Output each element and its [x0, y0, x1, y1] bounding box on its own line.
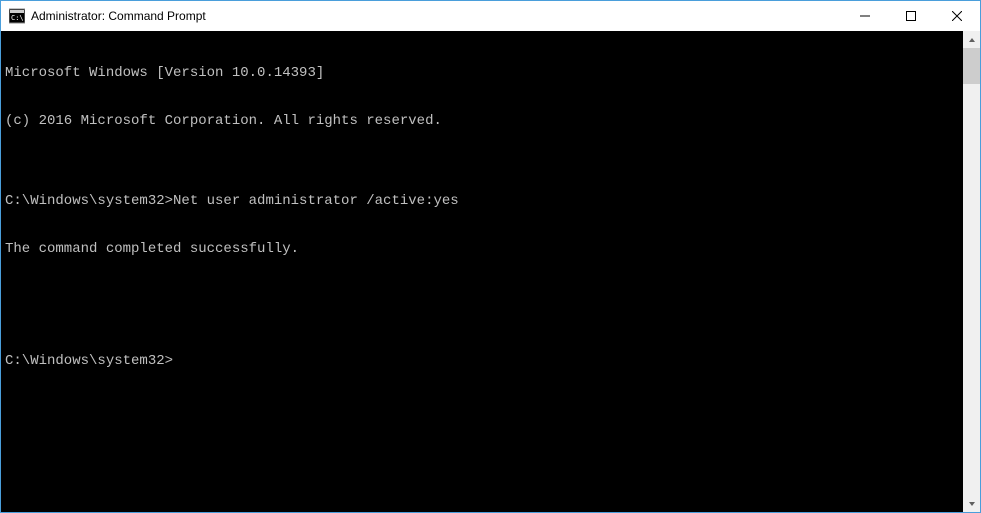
scrollbar-track[interactable]: [963, 48, 980, 495]
window-frame: C:\ Administrator: Command Prompt Micros…: [0, 0, 981, 513]
svg-text:C:\: C:\: [11, 14, 24, 22]
terminal-line: C:\Windows\system32>: [5, 353, 959, 369]
terminal-line: Microsoft Windows [Version 10.0.14393]: [5, 65, 959, 81]
vertical-scrollbar[interactable]: [963, 31, 980, 512]
close-button[interactable]: [934, 1, 980, 31]
terminal-line: C:\Windows\system32>Net user administrat…: [5, 193, 959, 209]
titlebar[interactable]: C:\ Administrator: Command Prompt: [1, 1, 980, 31]
content-area: Microsoft Windows [Version 10.0.14393] (…: [1, 31, 980, 512]
terminal-line: (c) 2016 Microsoft Corporation. All righ…: [5, 113, 959, 129]
scroll-up-button[interactable]: [963, 31, 980, 48]
maximize-button[interactable]: [888, 1, 934, 31]
terminal-output[interactable]: Microsoft Windows [Version 10.0.14393] (…: [1, 31, 963, 512]
scroll-down-button[interactable]: [963, 495, 980, 512]
cmd-icon: C:\: [9, 8, 25, 24]
scrollbar-thumb[interactable]: [963, 48, 980, 84]
window-title: Administrator: Command Prompt: [31, 9, 206, 23]
minimize-button[interactable]: [842, 1, 888, 31]
terminal-line: The command completed successfully.: [5, 241, 959, 257]
window-controls: [842, 1, 980, 31]
